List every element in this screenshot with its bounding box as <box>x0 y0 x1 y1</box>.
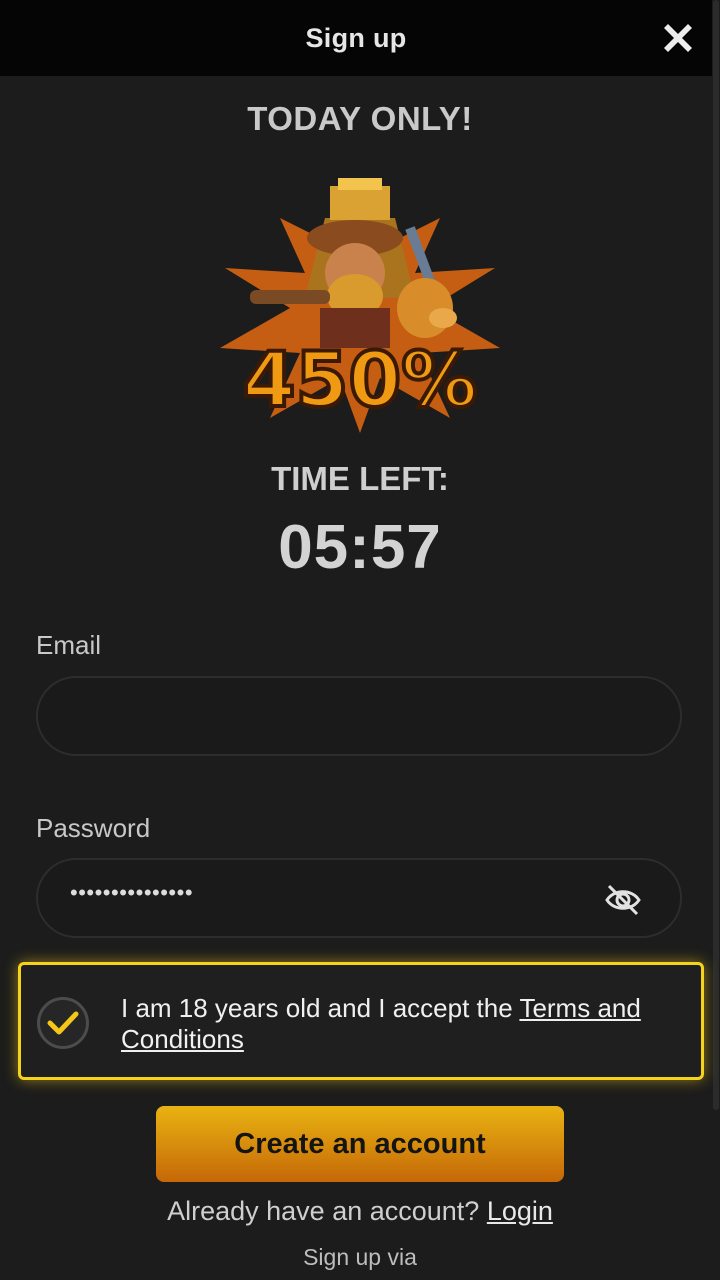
login-prompt: Already have an account? Login <box>0 1196 720 1227</box>
countdown-timer: 05:57 <box>278 513 442 582</box>
login-prompt-text: Already have an account? <box>167 1196 487 1226</box>
scrollbar[interactable] <box>712 0 720 1280</box>
consent-text: I am 18 years old and I accept the Terms… <box>121 993 681 1055</box>
bonus-percent-text: 450% <box>243 335 478 424</box>
email-input[interactable] <box>36 676 682 756</box>
close-icon[interactable] <box>658 18 698 58</box>
password-masked-value: ••••••••••••••• <box>70 880 194 905</box>
consent-statement: I am 18 years old and I accept the <box>121 993 520 1023</box>
header-bar: Sign up <box>0 0 712 76</box>
promo-headline: TODAY ONLY! <box>247 100 473 137</box>
signup-via-label: Sign up via <box>303 1244 417 1270</box>
consent-checkbox[interactable] <box>37 997 89 1049</box>
checkmark-icon <box>47 1011 79 1035</box>
age-consent-box: I am 18 years old and I accept the Terms… <box>18 962 704 1080</box>
eye-slash-icon[interactable] <box>604 883 642 917</box>
email-label: Email <box>36 630 102 660</box>
time-left-label: TIME LEFT: <box>271 460 449 497</box>
password-label: Password <box>36 813 151 843</box>
page-title: Sign up <box>305 22 407 53</box>
create-account-button[interactable]: Create an account <box>156 1106 564 1182</box>
promo-banner-image: 450% <box>220 178 500 433</box>
login-link[interactable]: Login <box>487 1196 553 1226</box>
